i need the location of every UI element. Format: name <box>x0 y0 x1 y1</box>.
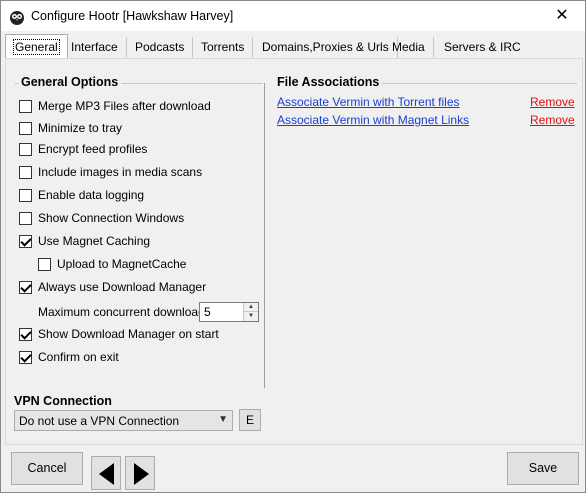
confirm-exit-checkbox[interactable] <box>19 350 32 364</box>
assoc-torrent-link[interactable]: Associate Vermin with Torrent files <box>277 95 460 109</box>
tab-media[interactable]: Media <box>384 37 434 58</box>
magnet-caching-checkbox[interactable] <box>19 234 32 248</box>
spin-up-icon[interactable]: ▲ <box>243 303 258 312</box>
connection-windows-checkbox[interactable] <box>19 211 32 225</box>
tab-podcasts[interactable]: Podcasts <box>127 37 194 58</box>
vpn-edit-button[interactable]: E <box>239 409 261 431</box>
file-assoc-title: File Associations <box>274 75 383 89</box>
option-show-download-manager[interactable]: Show Download Manager on start <box>19 326 219 342</box>
option-encrypt-feed[interactable]: Encrypt feed profiles <box>19 141 147 157</box>
data-logging-checkbox[interactable] <box>19 188 32 202</box>
general-options-title: General Options <box>18 75 122 89</box>
option-include-images[interactable]: Include images in media scans <box>19 164 202 180</box>
tab-domains-proxies-urls[interactable]: Domains,Proxies & Urls <box>254 37 398 58</box>
vpn-select[interactable]: Do not use a VPN Connection ▼ <box>14 410 233 431</box>
upload-magnetcache-checkbox[interactable] <box>38 257 51 271</box>
next-button[interactable] <box>125 456 155 490</box>
max-downloads-spinner[interactable]: 5 ▲ ▼ <box>199 302 259 322</box>
option-upload-magnetcache[interactable]: Upload to MagnetCache <box>38 256 186 272</box>
tab-strip: General Interface Podcasts Torrents Doma… <box>5 34 583 58</box>
tab-interface[interactable]: Interface <box>63 37 127 58</box>
option-merge-mp3[interactable]: Merge MP3 Files after download <box>19 98 211 114</box>
window-title: Configure Hootr [Hawkshaw Harvey] <box>31 9 234 23</box>
encrypt-feed-checkbox[interactable] <box>19 142 32 156</box>
option-minimize-tray[interactable]: Minimize to tray <box>19 120 122 136</box>
option-connection-windows[interactable]: Show Connection Windows <box>19 210 184 226</box>
show-download-manager-checkbox[interactable] <box>19 327 32 341</box>
vpn-title: VPN Connection <box>14 394 112 408</box>
option-data-logging[interactable]: Enable data logging <box>19 187 144 203</box>
minimize-tray-checkbox[interactable] <box>19 121 32 135</box>
option-download-manager[interactable]: Always use Download Manager <box>19 279 206 295</box>
merge-mp3-checkbox[interactable] <box>19 99 32 113</box>
general-options-divider <box>264 83 265 388</box>
tab-servers-irc[interactable]: Servers & IRC <box>436 37 529 58</box>
assoc-magnet-link[interactable]: Associate Vermin with Magnet Links <box>277 113 469 127</box>
chevron-down-icon[interactable]: ▼ <box>218 414 228 425</box>
remove-magnet-link[interactable]: Remove <box>530 113 575 127</box>
tab-torrents[interactable]: Torrents <box>193 37 254 58</box>
option-magnet-caching[interactable]: Use Magnet Caching <box>19 233 150 249</box>
remove-torrent-link[interactable]: Remove <box>530 95 575 109</box>
title-bar[interactable]: Configure Hootr [Hawkshaw Harvey] ✕ <box>1 1 585 31</box>
previous-button[interactable] <box>91 456 121 490</box>
cancel-button[interactable]: Cancel <box>11 452 83 485</box>
arrow-right-icon <box>134 463 149 485</box>
max-downloads-value[interactable]: 5 <box>204 305 211 319</box>
download-manager-checkbox[interactable] <box>19 280 32 294</box>
include-images-checkbox[interactable] <box>19 165 32 179</box>
spin-down-icon[interactable]: ▼ <box>243 312 258 321</box>
option-confirm-exit[interactable]: Confirm on exit <box>19 349 119 365</box>
owl-icon <box>10 11 24 25</box>
save-button[interactable]: Save <box>507 452 579 485</box>
arrow-left-icon <box>99 463 114 485</box>
vpn-selected-value: Do not use a VPN Connection <box>19 414 180 428</box>
configure-window: Configure Hootr [Hawkshaw Harvey] ✕ Gene… <box>0 0 586 493</box>
max-downloads-label: Maximum concurrent downloads <box>38 305 211 319</box>
close-button[interactable]: ✕ <box>539 1 585 31</box>
tab-general[interactable]: General <box>5 34 68 58</box>
